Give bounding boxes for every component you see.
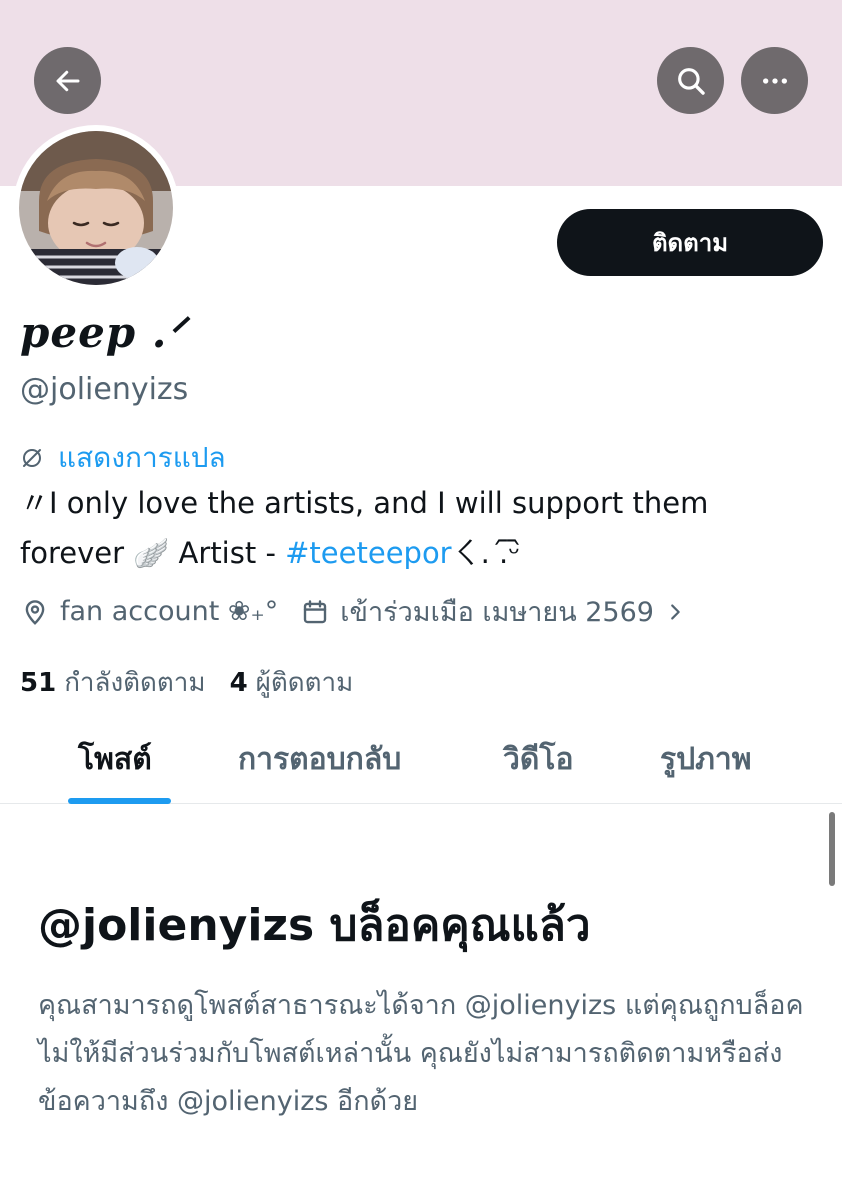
tab-replies[interactable]: การตอบกลับ (238, 736, 401, 783)
profile-bio: 〃I only love the artists, and I will sup… (20, 478, 820, 578)
followers-count: 4 (229, 668, 248, 698)
following-count: 51 (20, 668, 57, 698)
join-date[interactable]: เข้าร่วมเมือ เมษายน 2569 (300, 590, 686, 633)
more-horizontal-icon (762, 77, 787, 84)
calendar-icon (304, 599, 327, 623)
profile-handle: @jolienyizs (20, 372, 189, 407)
back-button[interactable] (34, 47, 101, 114)
following-link[interactable]: 51 กำลังติดตาม (20, 662, 206, 703)
more-button[interactable] (741, 47, 808, 114)
following-label: กำลังติดตาม (64, 668, 206, 698)
tab-videos[interactable]: วิดีโอ (503, 736, 573, 783)
blocked-message: คุณสามารถดูโพสต์สาธารณะได้จาก @jolienyiz… (38, 990, 804, 1117)
follow-button[interactable]: ติดตาม (557, 209, 823, 276)
show-translation-link[interactable]: แสดงการแปล (20, 436, 226, 480)
followers-label: ผู้ติดตาม (255, 668, 354, 698)
avatar-photo (19, 131, 173, 285)
tab-photos[interactable]: รูปภาพ (660, 736, 752, 783)
location-pin-icon (25, 599, 45, 625)
location-text: fan account ❀₊° (60, 596, 279, 627)
location: fan account ❀₊° (20, 596, 278, 627)
search-button[interactable] (657, 47, 724, 114)
join-date-text: เข้าร่วมเมือ เมษายน 2569 (340, 597, 654, 628)
profile-tabs: โพสต์ การตอบกลับ วิดีโอ รูปภาพ (0, 720, 842, 804)
arrow-left-icon (56, 70, 79, 91)
tab-posts[interactable]: โพสต์ (78, 736, 152, 783)
translate-label[interactable]: แสดงการแปล (58, 436, 226, 480)
search-icon (677, 67, 705, 95)
display-name: peep .ᐟ (20, 308, 187, 357)
translate-icon (23, 449, 41, 467)
profile-meta: fan account ❀₊° เข้าร่วมเมือ เมษายน 2569 (20, 590, 686, 633)
follow-counts: 51 กำลังติดตาม 4 ผู้ติดตาม (20, 662, 353, 703)
followers-link[interactable]: 4 ผู้ติดตาม (230, 662, 354, 703)
chevron-right-icon (671, 603, 680, 620)
scrollbar[interactable] (829, 812, 835, 886)
bio-suffix: ㄑ. .᷇ᵕ᷆ (451, 536, 521, 570)
avatar[interactable] (13, 125, 179, 291)
blocked-title: @jolienyizs บล็อคคุณแล้ว (38, 900, 591, 951)
bio-hashtag-link[interactable]: #teeteepor (285, 536, 451, 570)
active-tab-indicator (68, 798, 171, 804)
